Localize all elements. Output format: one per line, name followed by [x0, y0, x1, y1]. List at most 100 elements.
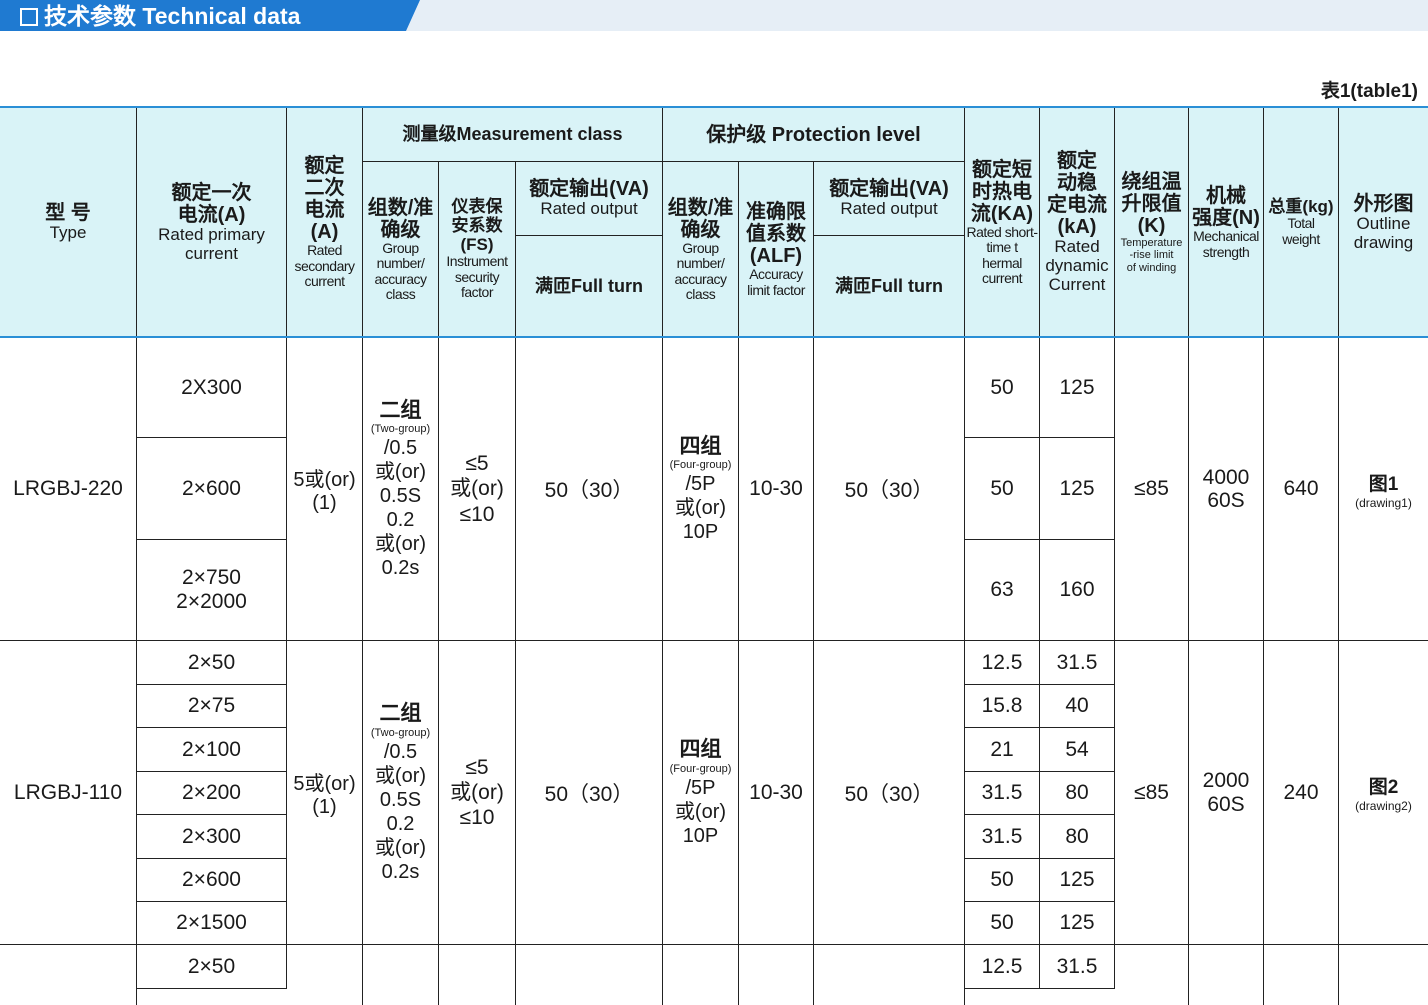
- dynamic-value: 125: [1059, 868, 1095, 891]
- outline-sub: (drawing2): [1355, 799, 1412, 813]
- header-measurement: 测量级Measurement class: [363, 108, 663, 162]
- group1-type: LRGBJ-220: [0, 338, 137, 641]
- dynamic-value: 125: [1059, 911, 1095, 934]
- meas-group-sub: (Two-group): [370, 726, 431, 739]
- mech-value: 2000 60S: [1202, 769, 1250, 816]
- header-outline-cn: 外形图: [1353, 192, 1414, 215]
- prot-group-sub: (Four-group): [669, 459, 732, 471]
- meas-output-value: 50（30）: [544, 479, 634, 502]
- group1-mech: 4000 60S: [1189, 338, 1264, 641]
- header-thermal: 额定短 时热电 流(KA) Rated short- time t hermal …: [965, 108, 1040, 338]
- group1-secondary: 5或(or) (1): [287, 338, 363, 641]
- table-row: 2×200: [137, 772, 287, 815]
- group3-weight: [1264, 945, 1339, 1005]
- header-temp-rise-en: Temperature -rise limit of winding: [1120, 237, 1183, 274]
- thermal-value: 50: [990, 476, 1014, 500]
- group2-type: LRGBJ-110: [0, 641, 137, 945]
- prot-output-value: 50（30）: [844, 479, 934, 502]
- group3-mech: [1189, 945, 1264, 1005]
- dynamic-value: 125: [1059, 375, 1095, 399]
- temp-rise-value: ≤85: [1134, 477, 1169, 500]
- header-outline: 外形图 Outline drawing: [1339, 108, 1428, 338]
- checkbox-square-icon: [20, 8, 38, 26]
- header-thermal-cn: 额定短 时热电 流(KA): [970, 158, 1034, 225]
- header-dynamic-en: Rated dynamic Current: [1045, 237, 1109, 294]
- thermal-cell: 21: [965, 728, 1040, 772]
- primary-current: 2X300: [181, 375, 242, 399]
- header-thermal-en: Rated short- time t hermal current: [966, 223, 1038, 286]
- group2-outline: 图2 (drawing2): [1339, 641, 1428, 945]
- dynamic-value: 40: [1065, 694, 1089, 717]
- header-bottom-rule: [0, 336, 1428, 338]
- header-outline-en: Outline drawing: [1353, 213, 1414, 252]
- header-weight: 总重(kg) Total weight: [1264, 108, 1339, 338]
- thermal-value: 12.5: [981, 650, 1023, 674]
- thermal-value: 31.5: [981, 781, 1023, 804]
- prot-alf-value: 10-30: [749, 780, 803, 804]
- dynamic-cell: 125: [1040, 438, 1115, 540]
- thermal-cell: 12.5: [965, 641, 1040, 685]
- table-row: 2X300: [137, 338, 287, 438]
- group2-weight: 240: [1264, 641, 1339, 945]
- primary-current: 2×300: [182, 824, 241, 848]
- group3-meas-output: [516, 945, 663, 1005]
- thermal-cell: 50: [965, 438, 1040, 540]
- group2-secondary: 5或(or) (1): [287, 641, 363, 945]
- header-meas-group: 组数/准 确级 Group number/ accuracy class: [363, 162, 439, 338]
- thermal-cell: 15.8: [965, 685, 1040, 728]
- thermal-cell: 12.5: [965, 945, 1040, 989]
- meas-group-rest: /0.5 或(or) 0.5S 0.2 或(or) 0.2s: [374, 437, 427, 580]
- table-label: 表1(table1): [1320, 81, 1418, 102]
- thermal-value: 15.8: [981, 694, 1023, 717]
- dynamic-cell: 54: [1040, 728, 1115, 772]
- header-protection: 保护级 Protection level: [663, 108, 965, 162]
- dynamic-cell: 31.5: [1040, 641, 1115, 685]
- dynamic-value: 160: [1059, 578, 1095, 601]
- header-rated-secondary-cn: 额定 二次 电流 (A): [304, 155, 345, 244]
- table-row: 2×750 2×2000: [137, 540, 287, 641]
- table-row: 2×600: [137, 438, 287, 540]
- group2-temp-rise: ≤85: [1115, 641, 1189, 945]
- thermal-value: 50: [990, 911, 1014, 934]
- dynamic-value: 31.5: [1056, 650, 1098, 674]
- thermal-value: 21: [990, 737, 1014, 761]
- header-prot-alf-cn: 准确限 值系数 (ALF): [746, 201, 806, 268]
- dynamic-cell: 125: [1040, 338, 1115, 438]
- header-rated-secondary-en: Rated secondary current: [294, 242, 355, 290]
- meas-fs-value: ≤5 或(or) ≤10: [450, 452, 504, 526]
- meas-group-main: 二组: [379, 398, 422, 422]
- banner-tab: 技术参数 Technical data: [0, 0, 420, 31]
- header-temp-rise: 绕组温 升限值 (K) Temperature -rise limit of wi…: [1115, 108, 1189, 338]
- primary-current: 2×100: [182, 737, 241, 761]
- dynamic-value: 31.5: [1056, 954, 1098, 978]
- temp-rise-value: ≤85: [1134, 780, 1169, 804]
- group2-meas-group: 二组 (Two-group)/0.5 或(or) 0.5S 0.2 或(or) 0…: [363, 641, 439, 945]
- prot-group-main: 四组: [679, 738, 722, 762]
- group1-prot-group: 四组 (Four-group) /5P 或(or) 10P: [663, 338, 739, 641]
- dynamic-cell: 80: [1040, 815, 1115, 859]
- header-temp-rise-cn: 绕组温 升限值 (K): [1121, 171, 1182, 238]
- dynamic-value: 80: [1065, 781, 1089, 804]
- header-rated-primary-cn: 额定一次 电流(A): [171, 181, 252, 226]
- outline-main: 图1: [1368, 473, 1399, 495]
- group3-temp-rise: [1115, 945, 1189, 1005]
- header-rated-primary: 额定一次 电流(A) Rated primary current: [137, 108, 287, 338]
- group3-type: [0, 945, 137, 1005]
- prot-output-value: 50（30）: [844, 782, 934, 806]
- group2-meas-fs: ≤5 或(or) ≤10: [439, 641, 516, 945]
- meas-output-value: 50（30）: [544, 782, 634, 806]
- thermal-cell: 63: [965, 540, 1040, 641]
- primary-current: 2×1500: [176, 911, 247, 934]
- weight-value: 240: [1283, 780, 1319, 804]
- prot-alf-value: 10-30: [749, 477, 803, 500]
- group3-prot-alf: [739, 945, 814, 1005]
- prot-group-sub: (Four-group): [669, 762, 732, 775]
- header-mech-cn: 机械 强度(N): [1192, 185, 1260, 230]
- technical-data-table: 型 号 Type 额定一次 电流(A) Rated primary current …: [0, 108, 1428, 1005]
- thermal-value: 31.5: [981, 824, 1023, 848]
- primary-current: 2×50: [187, 650, 236, 674]
- header-meas-group-cn: 组数/准 确级: [367, 196, 434, 241]
- group2-prot-group: 四组 (Four-group)/5P 或(or) 10P: [663, 641, 739, 945]
- meas-group-rest: /0.5 或(or) 0.5S 0.2 或(or) 0.2s: [374, 740, 427, 883]
- header-dynamic: 额定 动稳 定电流 (kA) Rated dynamic Current: [1040, 108, 1115, 338]
